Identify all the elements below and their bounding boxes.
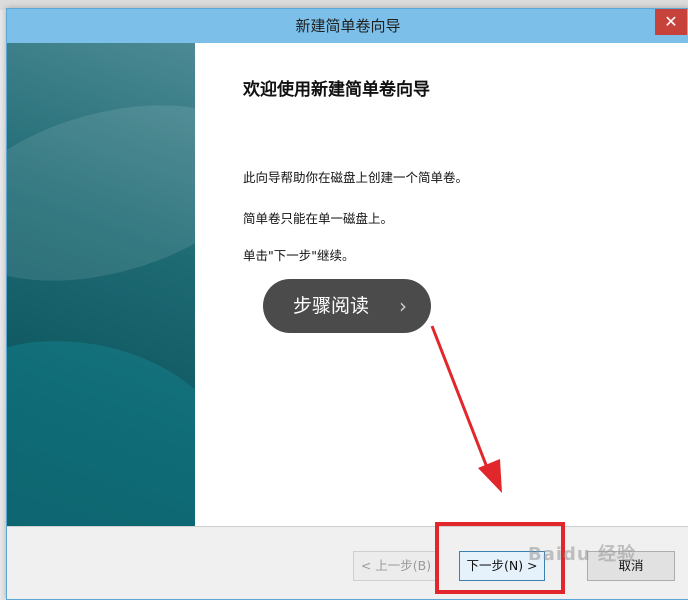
step-reading-label: 步骤阅读 (293, 295, 370, 317)
back-button[interactable]: < 上一步(B) (353, 551, 439, 581)
close-button[interactable]: ✕ (655, 9, 687, 35)
wizard-heading: 欢迎使用新建简单卷向导 (243, 80, 430, 100)
wizard-description-1: 此向导帮助你在磁盘上创建一个简单卷。 (243, 170, 469, 185)
baidu-watermark: Baidu 经验 (528, 544, 637, 565)
title-bar[interactable]: 新建简单卷向导 ✕ (7, 9, 688, 43)
chevron-right-icon: › (399, 294, 407, 318)
window-title: 新建简单卷向导 (295, 17, 401, 35)
wizard-content: 欢迎使用新建简单卷向导 此向导帮助你在磁盘上创建一个简单卷。 简单卷只能在单一磁… (195, 43, 688, 526)
new-simple-volume-wizard: 新建简单卷向导 ✕ 欢迎使用新建简单卷向导 此向导帮助你在磁盘上创建一个简单卷。… (6, 8, 688, 600)
banner-wave-decoration (7, 316, 195, 526)
wizard-description-3: 单击"下一步"继续。 (243, 248, 355, 263)
banner-wave-decoration (7, 74, 195, 312)
wizard-side-banner (7, 43, 195, 526)
step-reading-pill[interactable]: 步骤阅读 › (263, 279, 431, 333)
wizard-description-2: 简单卷只能在单一磁盘上。 (243, 211, 394, 226)
